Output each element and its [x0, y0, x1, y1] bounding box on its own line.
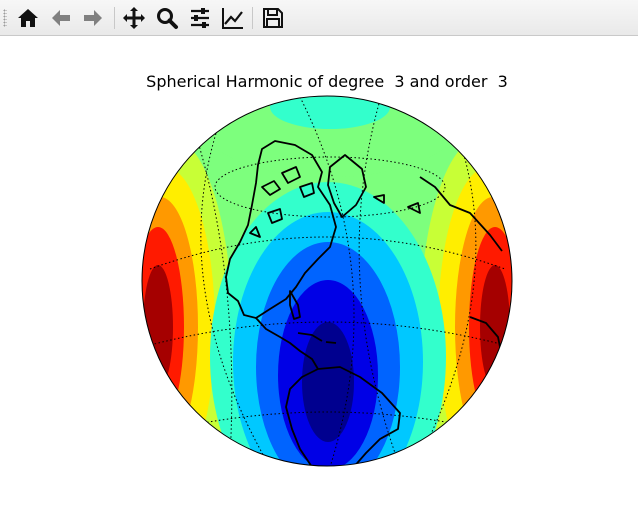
home-button[interactable]: [14, 4, 42, 32]
home-icon: [18, 9, 38, 27]
forward-button[interactable]: [79, 4, 107, 32]
arrow-right-icon: [84, 10, 102, 26]
edit-axis-button[interactable]: [219, 4, 247, 32]
harmonic-contours: [142, 96, 512, 466]
toolbar-separator: [252, 7, 253, 29]
figure-canvas[interactable]: Spherical Harmonic of degree 3 and order…: [0, 37, 638, 517]
toolbar-separator: [114, 7, 115, 29]
contour-band-navy: [302, 322, 354, 442]
contour-band-dark-red: [480, 265, 510, 389]
globe-map[interactable]: [0, 37, 638, 517]
move-icon: [123, 7, 145, 29]
magnifier-icon: [157, 8, 178, 29]
zoom-button[interactable]: [153, 4, 181, 32]
back-button[interactable]: [47, 4, 75, 32]
arrow-left-icon: [52, 10, 70, 26]
sliders-icon: [191, 8, 209, 28]
contour-band-cyan: [270, 96, 390, 129]
configure-subplots-button[interactable]: [186, 4, 214, 32]
line-chart-icon: [222, 8, 243, 29]
pan-button[interactable]: [120, 4, 148, 32]
toolbar-grip[interactable]: [3, 9, 7, 27]
floppy-disk-icon: [263, 8, 283, 28]
save-button[interactable]: [259, 4, 287, 32]
toolbar: [0, 0, 638, 36]
